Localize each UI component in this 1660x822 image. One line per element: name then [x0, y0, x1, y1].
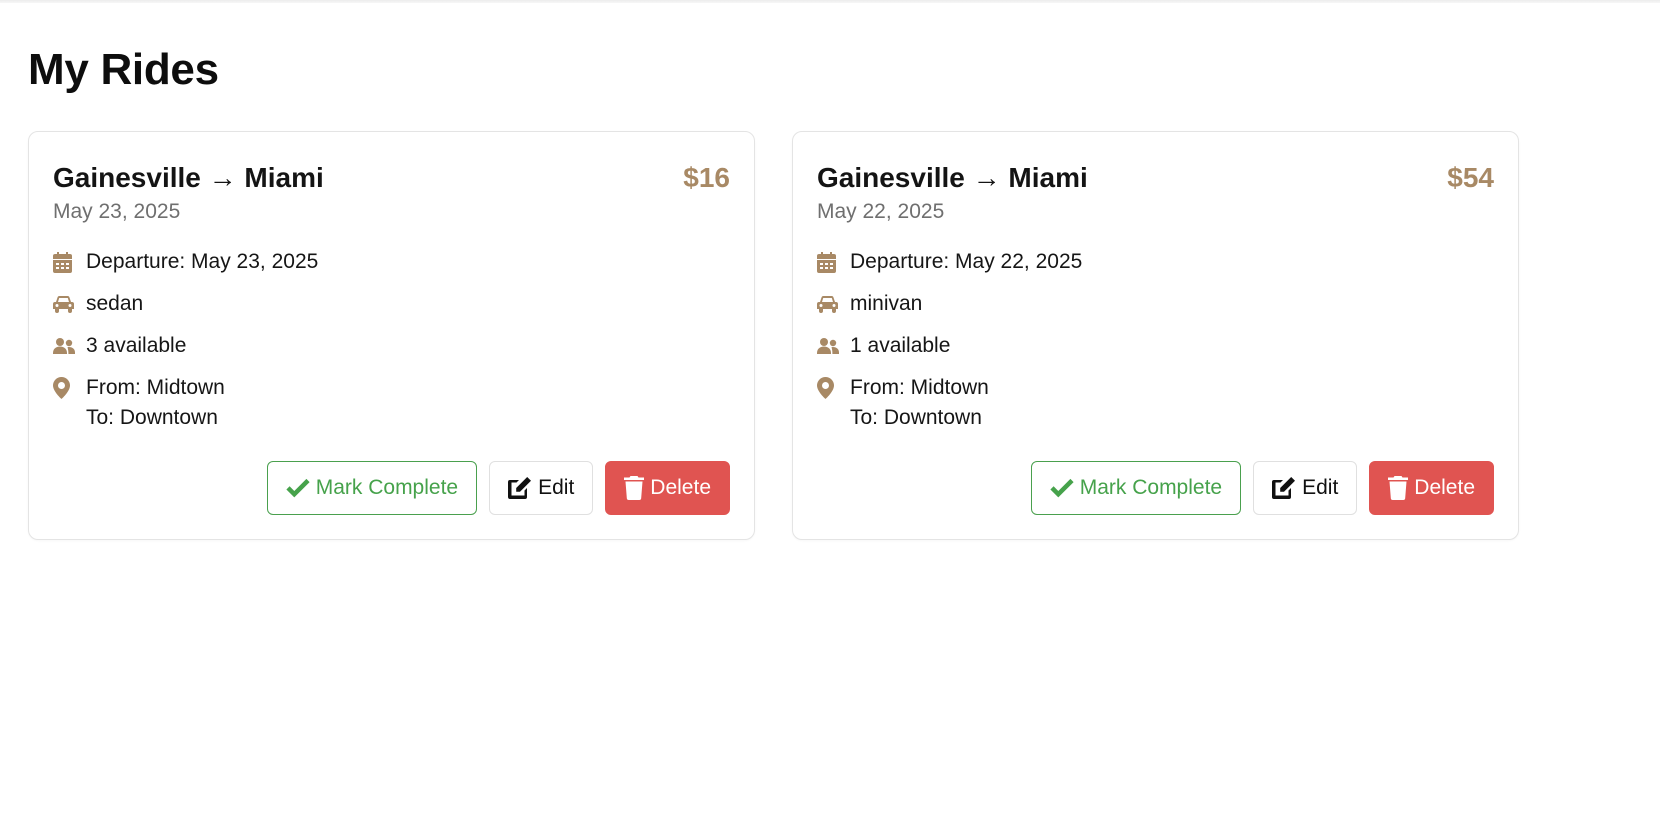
- edit-label: Edit: [538, 476, 575, 499]
- ride-date: May 23, 2025: [53, 200, 181, 223]
- seats-text: 3 available: [86, 334, 187, 357]
- location-row: From: Midtown To: Downtown: [817, 373, 1494, 433]
- edit-label: Edit: [1302, 476, 1339, 499]
- from-text: From: Midtown: [850, 376, 989, 399]
- mark-complete-label: Mark Complete: [315, 476, 459, 499]
- from-text: From: Midtown: [86, 376, 225, 399]
- vehicle-text: sedan: [86, 292, 144, 315]
- map-pin-icon: [817, 373, 850, 403]
- ride-date: May 22, 2025: [817, 200, 945, 223]
- delete-button[interactable]: Delete: [605, 461, 730, 515]
- delete-label: Delete: [1414, 476, 1475, 499]
- check-icon: [1050, 478, 1074, 498]
- car-icon: [53, 289, 86, 319]
- ride-route: Gainesville → Miami: [53, 162, 324, 193]
- departure-text: Departure: May 23, 2025: [86, 250, 319, 273]
- departure-row: Departure: May 23, 2025: [53, 247, 730, 277]
- seats-row: 1 available: [817, 331, 1494, 361]
- location-lines: From: Midtown To: Downtown: [86, 373, 225, 433]
- calendar-icon: [817, 247, 850, 277]
- trash-icon: [1388, 476, 1409, 500]
- users-icon: [817, 331, 850, 361]
- edit-button[interactable]: Edit: [489, 461, 594, 515]
- vehicle-row: sedan: [53, 289, 730, 319]
- mark-complete-button[interactable]: Mark Complete: [1030, 461, 1242, 515]
- ride-details: Departure: May 23, 2025 sedan 3 availabl…: [53, 247, 730, 433]
- ride-details: Departure: May 22, 2025 minivan 1 availa…: [817, 247, 1494, 433]
- users-icon: [53, 331, 86, 361]
- to-text: To: Downtown: [86, 406, 218, 429]
- check-icon: [286, 478, 310, 498]
- ride-card-header: Gainesville → Miami $54: [817, 160, 1494, 196]
- departure-text: Departure: May 22, 2025: [850, 250, 1083, 273]
- seats-text: 1 available: [850, 334, 951, 357]
- departure-row: Departure: May 22, 2025: [817, 247, 1494, 277]
- vehicle-text: minivan: [850, 292, 923, 315]
- to-text: To: Downtown: [850, 406, 982, 429]
- top-divider: [0, 0, 1660, 3]
- ride-card: Gainesville → Miami $54 May 22, 2025 Dep…: [792, 131, 1519, 540]
- ride-actions: Mark Complete Edit Delete: [266, 461, 730, 515]
- delete-label: Delete: [650, 476, 711, 499]
- my-rides-page: My Rides Gainesville → Miami $16 May 23,…: [28, 40, 1632, 540]
- edit-icon: [508, 477, 532, 499]
- ride-list: Gainesville → Miami $16 May 23, 2025 Dep…: [28, 131, 1519, 540]
- location-lines: From: Midtown To: Downtown: [850, 373, 989, 433]
- trash-icon: [624, 476, 645, 500]
- ride-price: $54: [1447, 162, 1494, 193]
- car-icon: [817, 289, 850, 319]
- page-title: My Rides: [28, 45, 219, 94]
- delete-button[interactable]: Delete: [1369, 461, 1494, 515]
- edit-button[interactable]: Edit: [1253, 461, 1358, 515]
- edit-icon: [1272, 477, 1296, 499]
- ride-actions: Mark Complete Edit Delete: [1030, 461, 1494, 515]
- calendar-icon: [53, 247, 86, 277]
- mark-complete-label: Mark Complete: [1079, 476, 1223, 499]
- ride-price: $16: [683, 162, 730, 193]
- ride-route: Gainesville → Miami: [817, 162, 1088, 193]
- map-pin-icon: [53, 373, 86, 403]
- seats-row: 3 available: [53, 331, 730, 361]
- vehicle-row: minivan: [817, 289, 1494, 319]
- mark-complete-button[interactable]: Mark Complete: [266, 461, 478, 515]
- location-row: From: Midtown To: Downtown: [53, 373, 730, 433]
- ride-card: Gainesville → Miami $16 May 23, 2025 Dep…: [28, 131, 755, 540]
- ride-card-header: Gainesville → Miami $16: [53, 160, 730, 196]
